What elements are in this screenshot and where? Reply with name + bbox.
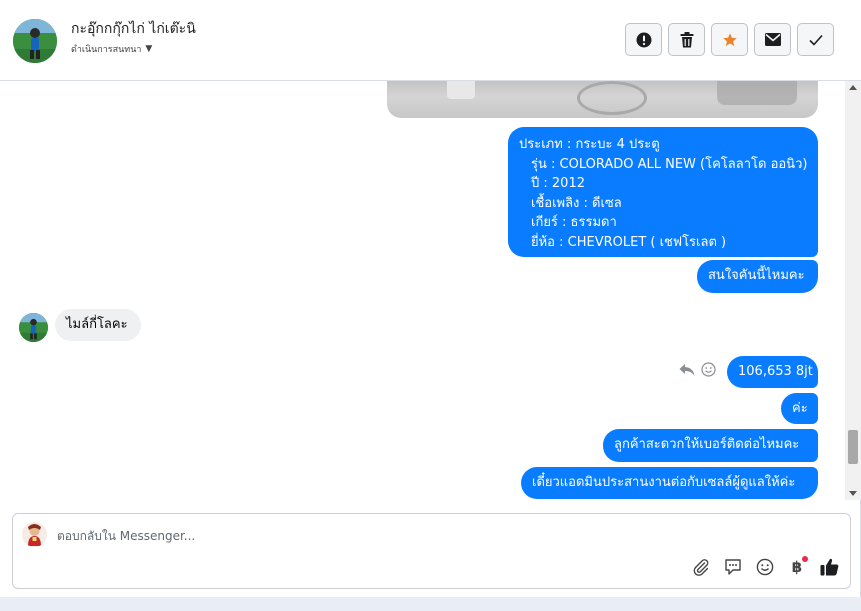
reply-icon[interactable] xyxy=(679,363,695,377)
message-line: ยี่ห้อ : CHEVROLET ( เชฟโรเลต ) xyxy=(531,234,727,250)
alert-circle-icon xyxy=(636,32,651,47)
outgoing-message[interactable]: สนใจคันนี้ไหมคะ xyxy=(697,260,818,293)
header-action-buttons xyxy=(625,23,834,56)
reply-input[interactable] xyxy=(57,526,817,546)
like-button[interactable] xyxy=(818,556,840,578)
message-line: เชื้อเพลิง : ดีเซล xyxy=(531,195,622,211)
star-button[interactable] xyxy=(711,23,748,56)
scroll-up-arrow-icon[interactable] xyxy=(849,85,857,90)
page-avatar xyxy=(22,522,47,547)
message-line: ประเภท : กระบะ 4 ประตู xyxy=(519,137,660,152)
message-line: เกียร์ : ธรรมดา xyxy=(531,215,617,230)
notification-dot xyxy=(802,556,808,562)
outgoing-message[interactable]: เดี๋ยวแอดมินประสานงานต่อกับเซลล์ผู้ดูแลใ… xyxy=(521,467,818,499)
chat-bubble-dots-icon xyxy=(725,559,741,575)
envelope-icon xyxy=(764,33,781,46)
outgoing-message[interactable]: ค่ะ xyxy=(781,393,818,424)
payment-button[interactable]: ฿ xyxy=(786,556,808,578)
outgoing-message[interactable]: 106,653 8jt xyxy=(727,356,818,388)
emoji-button[interactable] xyxy=(754,556,776,578)
contact-avatar-small[interactable] xyxy=(19,313,48,342)
star-icon xyxy=(722,32,737,46)
message-thread[interactable]: ประเภท : กระบะ 4 ประตู รุ่น : COLORADO A… xyxy=(0,81,845,500)
thumbs-up-icon xyxy=(820,558,838,576)
message-line: รุ่น : COLORADO ALL NEW (โคโลลาโด ออนิว) xyxy=(531,156,808,172)
chat-scrollbar[interactable] xyxy=(845,81,861,500)
outgoing-message[interactable]: ลูกค้าสะดวกให้เบอร์ติดต่อไหมคะ xyxy=(603,429,818,462)
caret-down-icon: ▼ xyxy=(145,44,153,54)
scroll-down-arrow-icon[interactable] xyxy=(849,491,857,496)
attach-button[interactable] xyxy=(690,556,712,578)
paperclip-icon xyxy=(693,559,709,576)
message-line: ปี : 2012 xyxy=(531,176,585,191)
message-hover-actions xyxy=(679,362,716,377)
react-emoji-icon[interactable] xyxy=(701,362,716,377)
scroll-thumb[interactable] xyxy=(848,430,858,464)
report-spam-button[interactable] xyxy=(625,23,662,56)
contact-name[interactable]: กะอุ๊กกกุ๊กไก่ ไก่เต๊ะนิ xyxy=(71,18,196,40)
checkmark-icon xyxy=(808,34,823,46)
baht-icon: ฿ xyxy=(791,558,803,576)
car-info-message[interactable]: ประเภท : กระบะ 4 ประตู รุ่น : COLORADO A… xyxy=(508,127,818,257)
incoming-message[interactable]: ไมล์กี่โลคะ xyxy=(55,309,141,341)
contact-avatar[interactable] xyxy=(13,19,57,63)
smiley-icon xyxy=(756,558,774,576)
photo-attachment[interactable] xyxy=(387,81,818,118)
conversation-header: กะอุ๊กกกุ๊กไก่ ไก่เต๊ะนิ ดำเนินการสนทนา … xyxy=(0,0,861,81)
inbox-window: กะอุ๊กกกุ๊กไก่ ไก่เต๊ะนิ ดำเนินการสนทนา … xyxy=(0,0,861,597)
reply-composer: ฿ xyxy=(12,513,851,589)
conversation-actions-dropdown[interactable]: ดำเนินการสนทนา ▼ xyxy=(71,42,152,56)
composer-tools: ฿ xyxy=(690,556,840,578)
saved-replies-button[interactable] xyxy=(722,556,744,578)
trash-icon xyxy=(680,31,693,47)
delete-button[interactable] xyxy=(668,23,705,56)
conversation-actions-label: ดำเนินการสนทนา xyxy=(71,45,142,55)
mark-unread-button[interactable] xyxy=(754,23,791,56)
mark-done-button[interactable] xyxy=(797,23,834,56)
